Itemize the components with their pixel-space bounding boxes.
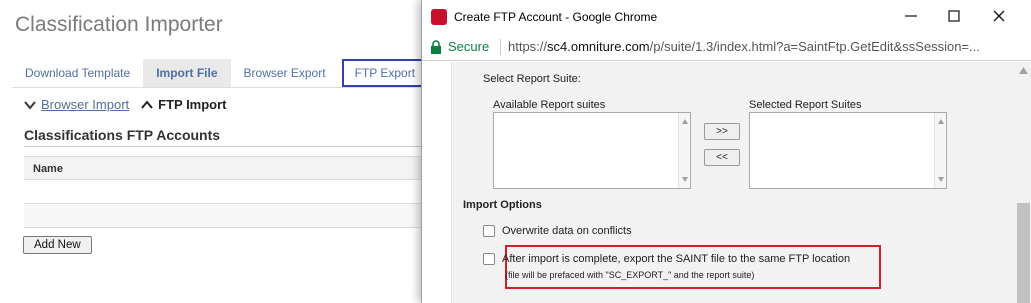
table-header-name: Name	[24, 156, 424, 180]
secure-label: Secure	[448, 39, 490, 54]
create-ftp-account-window: Create FTP Account - Google Chrome Secur…	[421, 0, 1031, 303]
url-scheme: https://	[508, 39, 548, 54]
minimize-icon[interactable]	[901, 6, 921, 26]
maximize-icon[interactable]	[944, 6, 964, 26]
importer-tabs: Download Template Import File Browser Ex…	[12, 59, 429, 87]
url-path: /p/suite/1.3/index.html?a=SaintFtp.GetEd…	[649, 39, 980, 54]
url-host: sc4.omniture.com	[547, 39, 650, 54]
scroll-thumb[interactable]	[1017, 203, 1030, 303]
tab-download-template[interactable]: Download Template	[12, 59, 143, 87]
overwrite-label: Overwrite data on conflicts	[502, 225, 632, 237]
move-right-button[interactable]: >>	[704, 123, 740, 140]
export-option-callout	[505, 245, 881, 289]
export-saint-label: After import is complete, export the SAI…	[502, 253, 851, 265]
table-row	[24, 180, 424, 204]
address-bar[interactable]: Secure https://sc4.omniture.com/p/suite/…	[422, 33, 1031, 61]
available-suites-label: Available Report suites	[493, 99, 606, 111]
import-options-label: Import Options	[463, 199, 542, 211]
section-title: Classifications FTP Accounts	[24, 127, 221, 143]
window-title: Create FTP Account - Google Chrome	[454, 10, 658, 24]
move-left-button[interactable]: <<	[704, 149, 740, 166]
list-scrollbar[interactable]	[678, 113, 690, 188]
tab-ftp-export[interactable]: FTP Export	[341, 59, 429, 87]
scroll-up-icon[interactable]	[682, 119, 688, 124]
scroll-up-icon[interactable]	[938, 119, 944, 124]
available-suites-list[interactable]	[493, 112, 691, 189]
scroll-up-icon[interactable]	[1019, 67, 1028, 74]
lock-icon	[431, 40, 441, 54]
url-text[interactable]: https://sc4.omniture.com/p/suite/1.3/ind…	[508, 39, 1018, 54]
chevron-up-icon	[141, 99, 153, 109]
tab-browser-export[interactable]: Browser Export	[231, 59, 339, 87]
chevron-down-icon	[24, 100, 36, 110]
export-saint-note: (file will be prefaced with "SC_EXPORT_"…	[505, 270, 755, 280]
overwrite-checkbox[interactable]	[483, 225, 495, 237]
ftp-accounts-table: Name	[24, 156, 424, 228]
browser-import-link[interactable]: Browser Import	[41, 97, 129, 112]
page-title: Classification Importer	[15, 13, 223, 36]
import-subnav: Browser Import FTP Import	[24, 97, 227, 112]
list-scrollbar[interactable]	[934, 113, 946, 188]
popup-content: Select Report Suite: Available Report su…	[422, 62, 1031, 303]
page-scrollbar[interactable]	[1015, 62, 1031, 303]
close-icon[interactable]	[989, 6, 1009, 26]
tab-import-file[interactable]: Import File	[143, 59, 231, 87]
section-divider	[24, 146, 424, 147]
ftp-import-label: FTP Import	[158, 97, 227, 112]
export-saint-checkbox[interactable]	[483, 253, 495, 265]
add-new-button[interactable]: Add New	[23, 236, 92, 254]
app-icon	[431, 9, 447, 25]
selected-suites-list[interactable]	[749, 112, 947, 189]
table-row	[24, 204, 424, 228]
scroll-down-icon[interactable]	[682, 177, 688, 182]
tabs-divider	[12, 87, 432, 88]
window-titlebar: Create FTP Account - Google Chrome	[422, 0, 1031, 33]
scroll-down-icon[interactable]	[938, 177, 944, 182]
select-report-suite-label: Select Report Suite:	[483, 73, 581, 85]
selected-suites-label: Selected Report Suites	[749, 99, 862, 111]
ftp-form: Select Report Suite: Available Report su…	[451, 62, 1015, 303]
address-separator	[500, 39, 501, 55]
